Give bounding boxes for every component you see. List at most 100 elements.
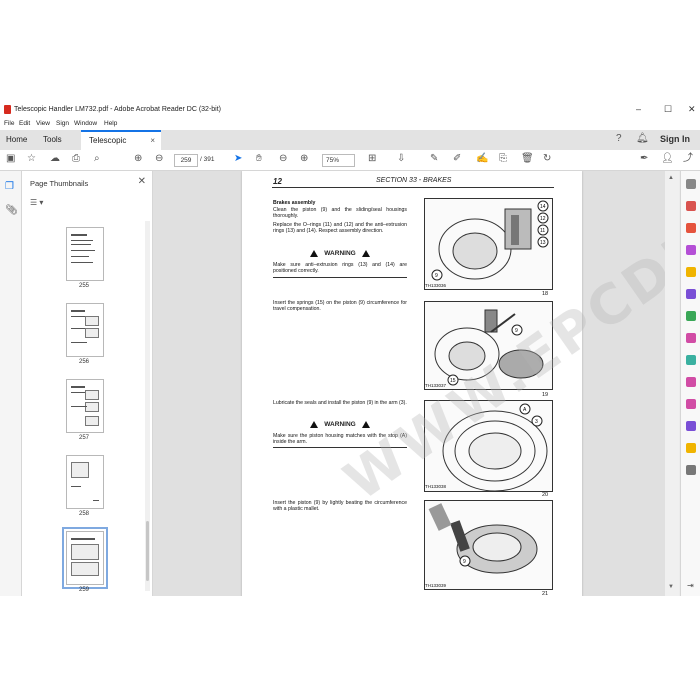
- zoom-level-select[interactable]: 75%: [322, 154, 355, 167]
- panel-title: Page Thumbnails: [30, 179, 89, 188]
- thumbnail-page-number: 255: [78, 283, 89, 289]
- figure-number: 21: [542, 591, 549, 596]
- notifications-bell-icon[interactable]: 🔔︎: [636, 133, 649, 144]
- menu-file[interactable]: File: [4, 120, 14, 127]
- delete-trash-icon[interactable]: 🗑︎: [521, 154, 534, 164]
- organize-pages-icon[interactable]: [686, 311, 696, 321]
- thumbnail-page-number: 259: [78, 587, 89, 593]
- draw-freehand-icon[interactable]: ✍: [476, 154, 488, 164]
- figure-tag: TH133038: [425, 484, 447, 489]
- warning-rule: [273, 277, 407, 278]
- export-pdf-icon[interactable]: [686, 201, 696, 211]
- callout-label: 13: [540, 240, 546, 246]
- menu-edit[interactable]: Edit: [19, 120, 30, 127]
- scroll-down-icon[interactable]: ▼: [668, 584, 674, 590]
- callout-label: 3: [535, 419, 538, 425]
- fit-page-icon[interactable]: ⊞: [368, 154, 376, 164]
- tab-close-icon[interactable]: ×: [150, 132, 155, 150]
- warning-banner: WARNING: [273, 248, 407, 260]
- callout-label: 9: [435, 273, 438, 279]
- doc-paragraph: Replace the O–rings (11) and (12) and th…: [273, 222, 407, 235]
- warning-triangle-icon: [361, 420, 370, 428]
- panel-close-icon[interactable]: ✕: [138, 176, 146, 187]
- doc-page-number: 12: [273, 177, 282, 186]
- print-icon[interactable]: ⎙: [72, 154, 80, 164]
- upload-cloud-icon[interactable]: ☁: [50, 154, 60, 164]
- menu-help[interactable]: Help: [104, 120, 117, 127]
- doc-section-title: SECTION 33 - BRAKES: [376, 177, 452, 184]
- fill-and-sign-icon[interactable]: [686, 377, 696, 387]
- doc-paragraph: Clean the piston (9) and the sliding/sea…: [273, 207, 407, 220]
- stamp-tool-icon[interactable]: [686, 443, 696, 453]
- thumbnail-page-selected[interactable]: [62, 527, 108, 589]
- figure-drawing: 14 12 11 13 9: [431, 200, 549, 281]
- scrolling-mode-icon[interactable]: ⇩: [397, 154, 405, 164]
- tab-document[interactable]: Telescopic Handler ... ×: [81, 130, 161, 163]
- callout-label: 14: [540, 204, 546, 210]
- help-icon[interactable]: ?: [616, 133, 622, 144]
- thumbnail-page[interactable]: [66, 455, 104, 509]
- figure-image: 9 15: [424, 301, 553, 390]
- highlight-pen-icon[interactable]: ✐: [453, 154, 461, 164]
- share-person-icon[interactable]: 👤︎: [661, 154, 674, 164]
- figure-drawing: 9: [428, 503, 538, 574]
- comment-icon[interactable]: ✎: [430, 154, 438, 164]
- warning-banner: WARNING: [273, 419, 407, 431]
- comment-tool-icon[interactable]: [686, 267, 696, 277]
- menu-sign[interactable]: Sign: [56, 120, 69, 127]
- minimize-button[interactable]: –: [636, 104, 641, 114]
- search-tool-icon[interactable]: [686, 179, 696, 189]
- edit-pdf-icon[interactable]: [686, 245, 696, 255]
- callout-label: 15: [450, 378, 456, 384]
- select-cursor-icon[interactable]: ➤: [234, 154, 242, 164]
- send-for-comments-icon[interactable]: [686, 421, 696, 431]
- menu-window[interactable]: Window: [74, 120, 97, 127]
- thumbnail-options-icon[interactable]: ☰ ▾: [30, 198, 43, 207]
- scroll-up-icon[interactable]: ▲: [668, 175, 674, 181]
- warning-label: WARNING: [324, 421, 356, 428]
- redact-icon[interactable]: [686, 333, 696, 343]
- find-search-icon[interactable]: ⌕: [94, 154, 100, 164]
- collapse-right-panel-icon[interactable]: ⇥: [687, 581, 694, 590]
- menu-bar: File Edit View Sign Window Help: [0, 118, 700, 130]
- create-pdf-icon[interactable]: [686, 223, 696, 233]
- request-signature-icon[interactable]: [686, 399, 696, 409]
- save-icon[interactable]: ▣: [6, 154, 15, 164]
- fill-sign-icon[interactable]: ✒: [640, 154, 648, 164]
- thumbnail-page[interactable]: [66, 379, 104, 433]
- close-button[interactable]: ✕: [688, 104, 696, 115]
- page-number-input[interactable]: 259: [174, 154, 198, 167]
- stamp-icon[interactable]: ⎘: [499, 154, 507, 164]
- maximize-button[interactable]: ☐: [664, 104, 672, 115]
- sign-in-button[interactable]: Sign In: [660, 134, 690, 144]
- pdf-page: 12 SECTION 33 - BRAKES Brakes assembly C…: [242, 171, 582, 596]
- callout-label: 9: [463, 559, 466, 565]
- protect-icon[interactable]: [686, 355, 696, 365]
- thumbnail-page[interactable]: [66, 303, 104, 357]
- doc-warning-text: Make sure the piston housing matches wit…: [273, 433, 407, 446]
- menu-view[interactable]: View: [36, 120, 50, 127]
- zoom-in-icon[interactable]: ⊕: [300, 154, 308, 164]
- callout-label: 9: [515, 328, 518, 334]
- hand-tool-icon[interactable]: ✋︎: [256, 154, 262, 164]
- thumbnail-page[interactable]: [66, 227, 104, 281]
- panel-scrollbar[interactable]: [145, 221, 150, 591]
- zoom-out-icon[interactable]: ⊖: [279, 154, 287, 164]
- previous-page-icon[interactable]: ⊕: [134, 154, 142, 164]
- combine-files-icon[interactable]: [686, 289, 696, 299]
- attachments-paperclip-icon[interactable]: 📎︎: [5, 205, 18, 216]
- more-tools-icon[interactable]: [686, 465, 696, 475]
- figure-drawing: 9 15: [434, 309, 544, 386]
- share-link-icon[interactable]: ⤴: [683, 154, 693, 164]
- right-tools-rail: ⇥: [680, 171, 700, 596]
- bookmark-star-icon[interactable]: ☆: [27, 154, 36, 164]
- document-scrollbar[interactable]: ▲ ▼: [665, 171, 679, 596]
- window-title: Telescopic Handler LM732.pdf - Adobe Acr…: [14, 106, 221, 113]
- tab-home[interactable]: Home: [6, 130, 27, 150]
- next-page-icon[interactable]: ⊖: [155, 154, 163, 164]
- tab-tools[interactable]: Tools: [43, 130, 62, 150]
- page-thumbnails-icon[interactable]: ❐: [5, 181, 14, 192]
- warning-label: WARNING: [324, 250, 356, 257]
- rotate-icon[interactable]: ↻: [543, 154, 551, 164]
- left-navigation-rail: ❐ 📎︎: [0, 171, 22, 596]
